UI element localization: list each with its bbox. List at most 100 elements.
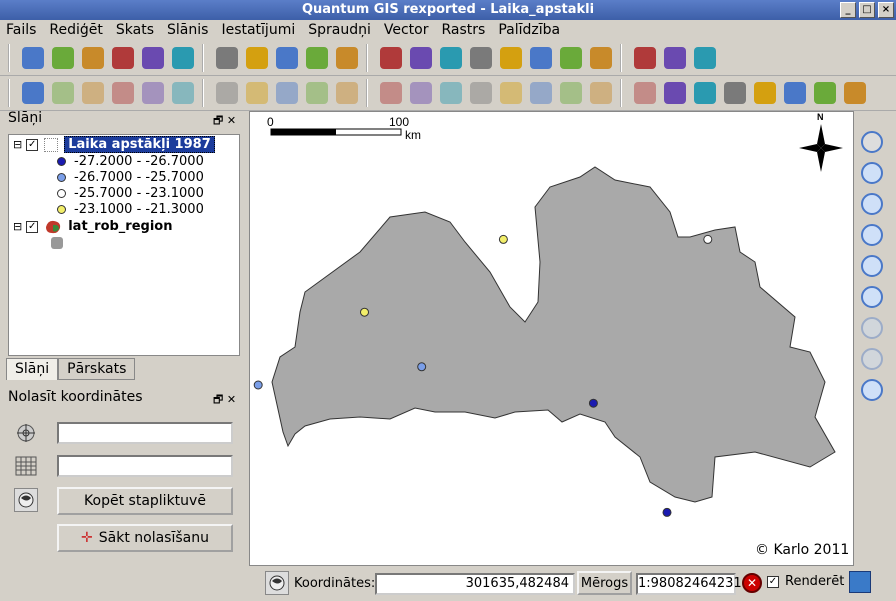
coord-field-map[interactable] <box>57 422 233 444</box>
menu-vector[interactable]: Vector <box>384 22 429 38</box>
crs-selector-icon[interactable] <box>14 488 38 512</box>
attribute-table-button[interactable] <box>497 44 525 72</box>
add-postgis-button[interactable] <box>273 44 301 72</box>
collapse-icon[interactable]: ⊟ <box>13 220 22 233</box>
text-annotation-button[interactable] <box>691 44 719 72</box>
copy-to-clipboard-button[interactable]: Kopēt stapliktuvē <box>57 487 233 515</box>
add-raster-button[interactable] <box>243 44 271 72</box>
menu-plugins[interactable]: Spraudņi <box>308 22 371 38</box>
home-next-button[interactable] <box>631 44 659 72</box>
zoom-selection-button[interactable] <box>858 252 886 280</box>
weather-station-point[interactable] <box>498 234 508 244</box>
render-checkbox[interactable]: ✓ <box>767 575 779 588</box>
layer-checkbox[interactable]: ✓ <box>26 220 39 233</box>
weather-station-point[interactable] <box>417 362 427 372</box>
node-button[interactable] <box>109 79 137 107</box>
rotate-button[interactable] <box>631 79 659 107</box>
move-button[interactable] <box>79 79 107 107</box>
edit-pencil-button[interactable] <box>19 79 47 107</box>
tab-layers[interactable]: Slāņi <box>6 358 59 380</box>
deselect-button[interactable] <box>467 44 495 72</box>
close-window-button[interactable]: × <box>878 2 894 18</box>
cut-button[interactable] <box>169 79 197 107</box>
zoom-full-button[interactable] <box>858 221 886 249</box>
add-vector-button[interactable] <box>213 44 241 72</box>
label-button[interactable] <box>661 44 689 72</box>
save-edits-button[interactable] <box>49 79 77 107</box>
menu-raster[interactable]: Rastrs <box>442 22 486 38</box>
simplify-button[interactable] <box>407 79 435 107</box>
copyright-button[interactable] <box>661 79 689 107</box>
maximize-button[interactable]: □ <box>859 2 875 18</box>
map-canvas[interactable]: 0 100 km N © Karlo 2011 <box>249 111 854 566</box>
weather-station-point[interactable] <box>662 507 672 517</box>
redo-button[interactable] <box>303 79 331 107</box>
zoom-out-button[interactable] <box>858 190 886 218</box>
refresh-button[interactable] <box>858 376 886 404</box>
start-capture-button[interactable]: ✛ Sākt nolasīšanu <box>57 524 233 552</box>
sync-button[interactable] <box>841 79 869 107</box>
decoration-button[interactable] <box>691 79 719 107</box>
add-spatialite-button[interactable] <box>303 44 331 72</box>
weather-station-point[interactable] <box>703 234 713 244</box>
print-layout-button[interactable] <box>139 44 167 72</box>
georef-button[interactable] <box>721 79 749 107</box>
stop-render-icon[interactable]: ✕ <box>742 573 762 593</box>
split-button[interactable] <box>527 79 555 107</box>
weather-station-point[interactable] <box>253 380 263 390</box>
collapse-icon[interactable]: ⊟ <box>13 138 22 151</box>
float-icon[interactable]: 🗗 <box>213 393 223 406</box>
save-button[interactable] <box>79 44 107 72</box>
close-icon[interactable]: ✕ <box>227 114 236 127</box>
add-part-button[interactable] <box>377 79 405 107</box>
layer-name[interactable]: lat_rob_region <box>68 219 172 234</box>
map-svg[interactable]: 0 100 km N © Karlo 2011 <box>250 112 854 566</box>
layer-row-weather[interactable]: ⊟ ✓ Laika apstākļi 1987 <box>13 136 239 153</box>
weather-station-point[interactable] <box>360 307 369 317</box>
layer-checkbox[interactable]: ✓ <box>26 138 39 151</box>
close-icon[interactable]: ✕ <box>227 393 236 406</box>
layer-row-region[interactable]: ⊟ ✓ lat_rob_region <box>13 218 173 235</box>
menu-layer[interactable]: Slānis <box>167 22 208 38</box>
north-arrow-button[interactable] <box>751 79 779 107</box>
minimize-button[interactable]: _ <box>840 2 856 18</box>
menu-edit[interactable]: Rediģēt <box>49 22 102 38</box>
merge-button[interactable] <box>557 79 585 107</box>
weather-station-point[interactable] <box>588 398 598 408</box>
remove-layer-button[interactable] <box>377 44 405 72</box>
status-crs-button[interactable] <box>265 571 289 595</box>
reshape-button[interactable] <box>497 79 525 107</box>
annotation-button[interactable] <box>557 44 585 72</box>
menu-settings[interactable]: Iestatījumi <box>221 22 295 38</box>
zoom-in-button[interactable] <box>858 159 886 187</box>
delete-part-button[interactable] <box>467 79 495 107</box>
layer-name-selected[interactable]: Laika apstākļi 1987 <box>64 136 215 153</box>
pan-button[interactable] <box>858 128 886 156</box>
open-button[interactable] <box>49 44 77 72</box>
save-as-button[interactable] <box>109 44 137 72</box>
menu-file[interactable]: Fails <box>6 22 36 38</box>
measure-button[interactable] <box>527 44 555 72</box>
print-button[interactable] <box>169 44 197 72</box>
zoom-last-button[interactable] <box>858 314 886 342</box>
messages-icon[interactable] <box>849 571 871 593</box>
identify-button[interactable] <box>407 44 435 72</box>
menu-view[interactable]: Skats <box>116 22 154 38</box>
offset-button[interactable] <box>587 79 615 107</box>
add-ring-button[interactable] <box>333 79 361 107</box>
zoom-layer-button[interactable] <box>858 283 886 311</box>
new-layer-button[interactable] <box>333 44 361 72</box>
coord-value[interactable]: 301635,482484 <box>375 573 575 595</box>
coord-field-crs[interactable] <box>57 455 233 477</box>
zoom-next-button[interactable] <box>858 345 886 373</box>
toolbar-grip[interactable] <box>8 78 14 107</box>
delete-ring-button[interactable] <box>437 79 465 107</box>
zoom-tool-button[interactable] <box>811 79 839 107</box>
undo-button[interactable] <box>273 79 301 107</box>
toolbar-grip[interactable] <box>8 43 14 72</box>
render-toggle[interactable]: ✓ Renderēt <box>767 574 844 589</box>
new-file-button[interactable] <box>19 44 47 72</box>
delete-button[interactable] <box>139 79 167 107</box>
select-button[interactable] <box>437 44 465 72</box>
tab-overview[interactable]: Pārskats <box>58 358 136 380</box>
